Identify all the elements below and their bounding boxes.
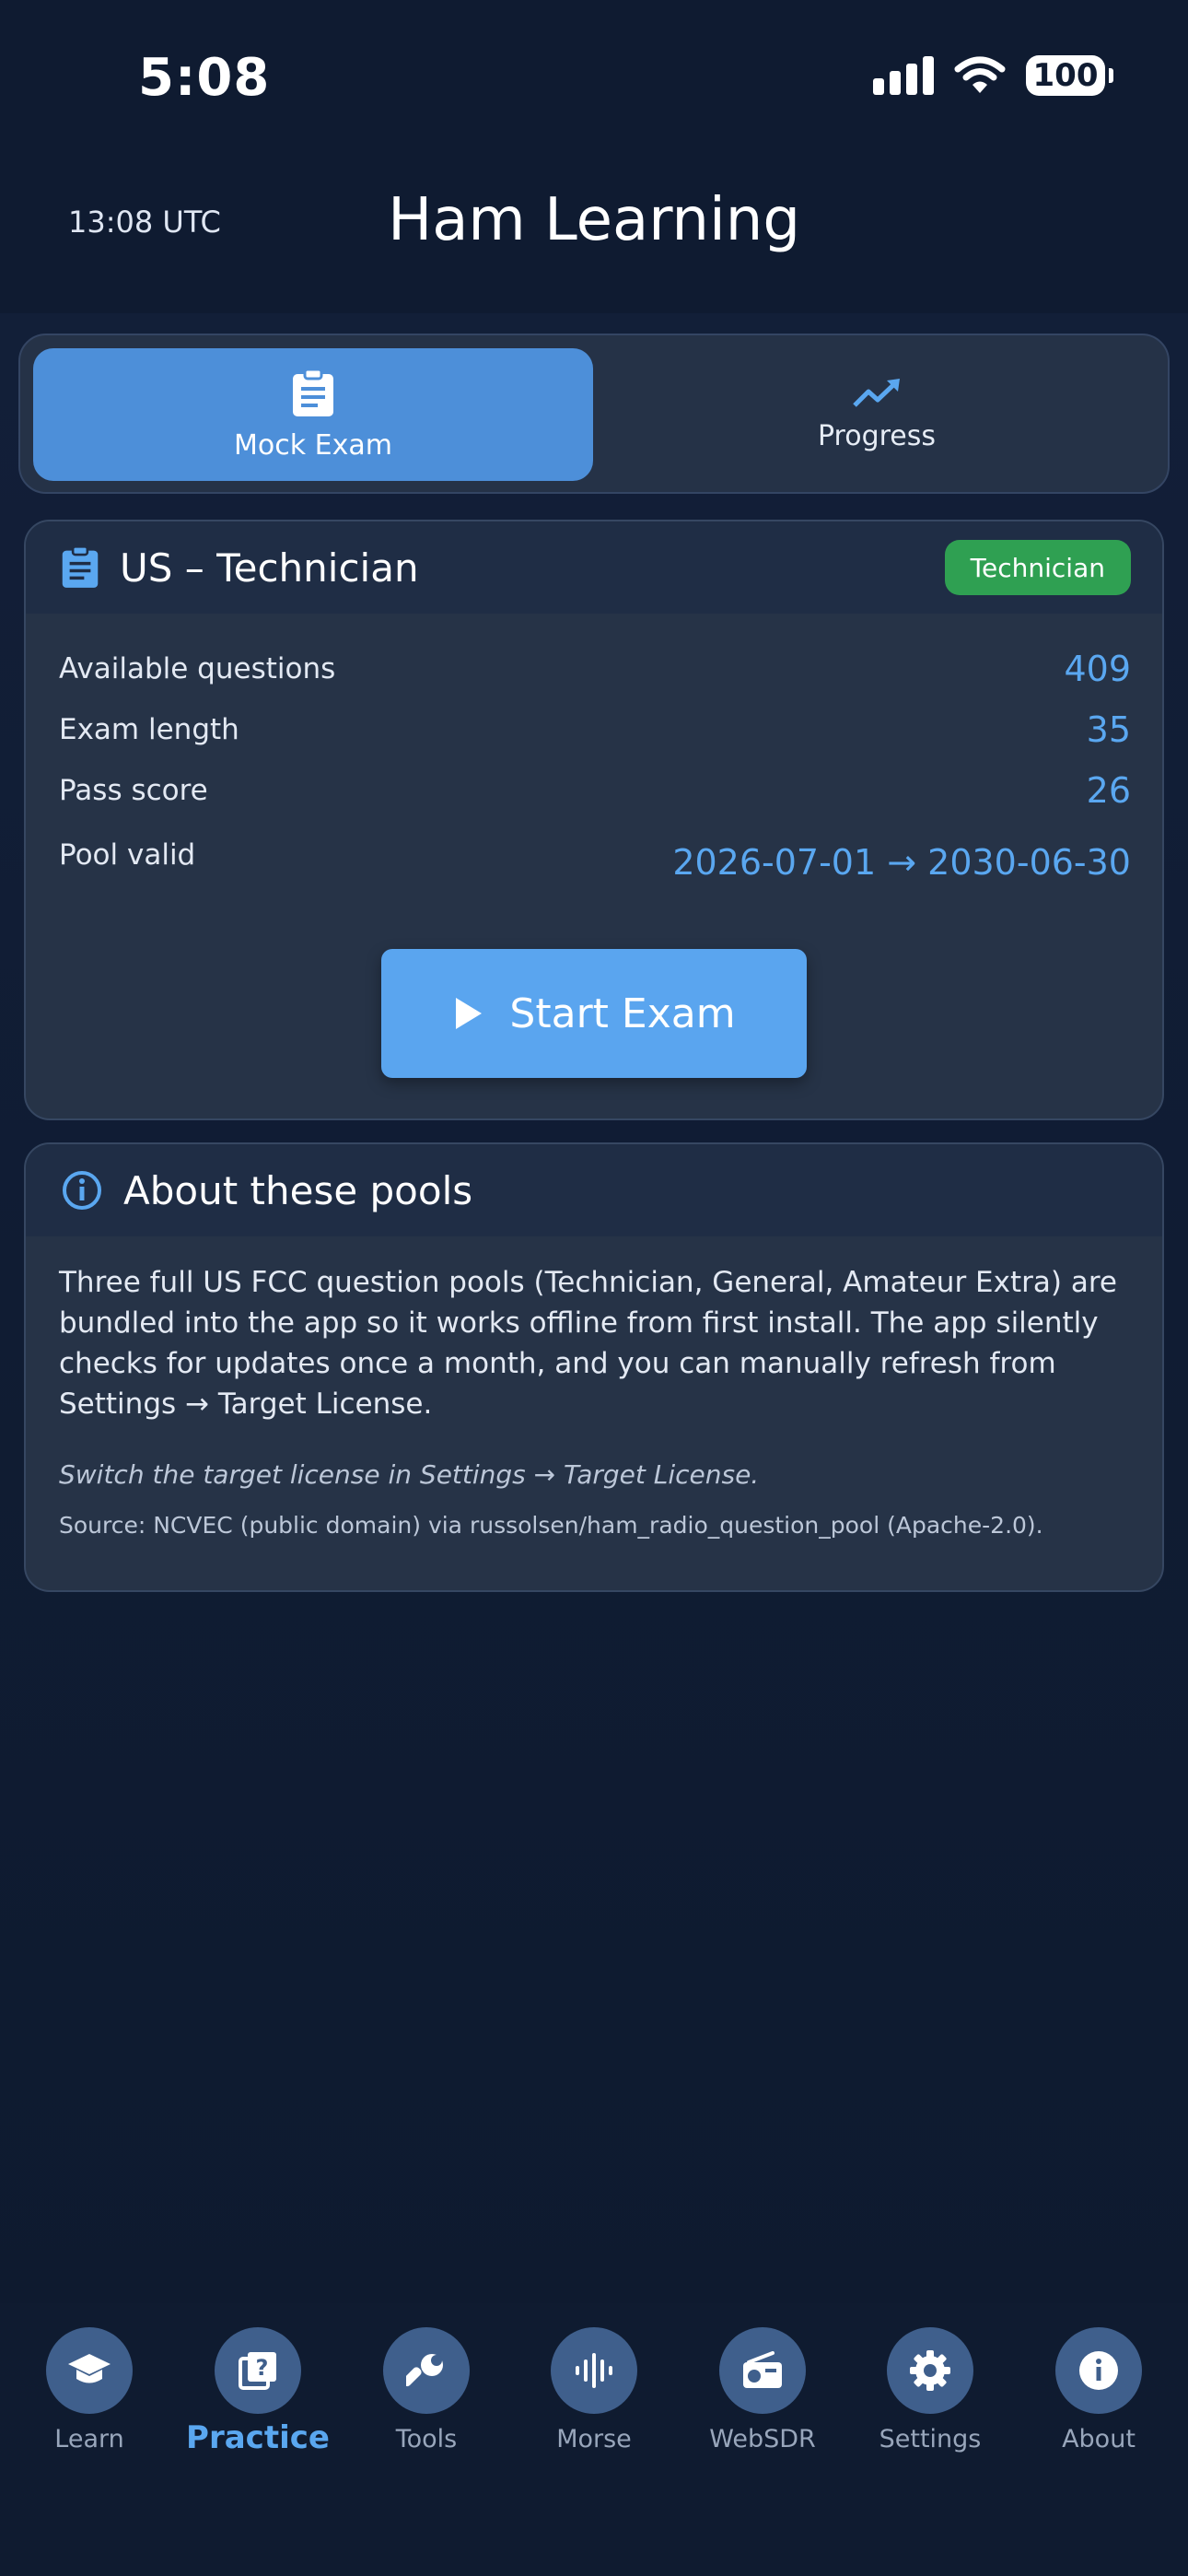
stat-value: 35 [1086,709,1131,750]
status-bar: 5:08 100 [0,0,1188,157]
status-icons: 100 [873,55,1113,96]
nav-tab-label: About [1062,2425,1136,2453]
stat-value: 2026-07-01 → 2030-06-30 [672,842,1131,883]
nav-tab-settings[interactable]: Settings [856,2327,1004,2453]
tab-icon-bg [887,2327,973,2414]
stat-row-length: Exam length 35 [59,709,1131,750]
nav-tab-label: Learn [54,2425,124,2453]
bottom-tab-bar: Learn ? Practice Tools Morse WebSDR Sett… [0,2303,1188,2576]
stat-row-pool-valid: Pool valid 2026-07-01 → 2030-06-30 [59,838,1131,883]
nav-tab-label: Morse [556,2425,632,2453]
segmented-control: Mock Exam Progress [18,334,1170,494]
tab-progress-label: Progress [817,419,937,452]
graduation-cap-icon [68,2354,111,2383]
tab-icon-bg: ? [215,2327,301,2414]
stat-label: Available questions [59,652,336,685]
wifi-icon [954,56,1006,93]
stat-label: Exam length [59,713,239,746]
tab-icon-bg [1055,2327,1142,2414]
cellular-signal-icon [873,56,934,95]
stat-row-available: Available questions 409 [59,649,1131,689]
nav-tab-tools[interactable]: Tools [353,2327,500,2453]
about-source: Source: NCVEC (public domain) via russol… [59,1512,1043,1539]
exam-card-header: US – Technician Technician [26,521,1162,614]
tab-icon-bg [551,2327,637,2414]
nav-tab-label: Practice [186,2419,330,2456]
about-note: Switch the target license in Settings → … [59,1459,760,1490]
nav-tab-label: Settings [879,2425,982,2453]
nav-tab-websdr[interactable]: WebSDR [689,2327,836,2453]
info-icon [63,1171,101,1210]
info-icon [1079,2351,1118,2390]
nav-tab-practice[interactable]: ? Practice [184,2327,332,2456]
about-body: Three full US FCC question pools (Techni… [26,1236,1162,1539]
stat-row-pass-score: Pass score 26 [59,770,1131,811]
stat-label: Pool valid [59,838,196,872]
tab-progress[interactable]: Progress [597,348,1157,481]
exam-card: US – Technician Technician Available que… [24,520,1164,1120]
nav-tab-label: Tools [395,2425,458,2453]
tab-icon-bg [383,2327,470,2414]
tab-mock-exam[interactable]: Mock Exam [33,348,593,481]
waveform-icon [576,2353,612,2388]
play-icon [456,998,483,1029]
battery-icon: 100 [1026,55,1113,96]
nav-tab-about[interactable]: About [1025,2327,1172,2453]
start-exam-label: Start Exam [509,989,736,1037]
nav-tab-label: WebSDR [709,2425,816,2453]
clipboard-icon [293,368,333,416]
stat-label: Pass score [59,774,208,807]
tab-icon-bg [719,2327,806,2414]
exam-title: US – Technician [120,544,419,591]
gear-icon [910,2350,950,2391]
svg-text:?: ? [256,2355,269,2381]
stat-value: 409 [1064,649,1131,689]
tab-icon-bg [46,2327,133,2414]
status-time: 5:08 [138,48,271,108]
wrench-icon [406,2354,443,2387]
nav-tab-morse[interactable]: Morse [520,2327,668,2453]
page-title: Ham Learning [388,186,800,254]
license-badge: Technician [944,540,1131,595]
quiz-icon: ? [239,2352,276,2390]
nav-tab-learn[interactable]: Learn [16,2327,163,2453]
about-card: About these pools Three full US FCC ques… [24,1142,1164,1592]
tab-mock-exam-label: Mock Exam [234,428,392,462]
start-exam-button[interactable]: Start Exam [381,949,807,1078]
about-title: About these pools [123,1167,473,1213]
radio-icon [743,2351,782,2388]
about-description: Three full US FCC question pools (Techni… [59,1266,1117,1421]
stat-value: 26 [1086,770,1131,811]
clipboard-icon [62,545,99,588]
trending-up-icon [853,378,900,407]
about-card-header: About these pools [26,1144,1162,1236]
